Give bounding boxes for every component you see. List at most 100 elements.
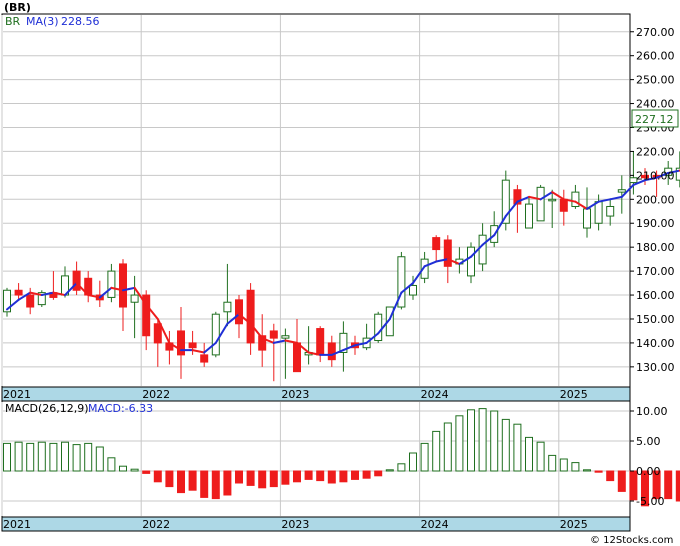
macd-bar xyxy=(72,444,81,472)
macd-bar xyxy=(165,470,174,488)
price-tick-label: 150.00 xyxy=(636,313,675,326)
macd-bar xyxy=(409,452,417,472)
macd-bar xyxy=(26,442,35,472)
legend-ticker: BR xyxy=(5,15,21,28)
candle-body xyxy=(583,208,591,229)
macd-x-label: 2023 xyxy=(281,518,309,531)
candle-body xyxy=(617,189,626,193)
price-tick-label: 220.00 xyxy=(636,145,675,158)
macd-bar xyxy=(188,470,197,491)
candle-body xyxy=(606,205,615,217)
candle-body xyxy=(293,342,301,373)
macd-bar xyxy=(432,430,441,472)
price-x-label: 2025 xyxy=(560,388,588,401)
macd-bar xyxy=(467,409,475,472)
macd-bar xyxy=(258,470,267,489)
macd-bar xyxy=(362,470,371,479)
macd-bar xyxy=(420,442,429,472)
candle-body xyxy=(107,270,116,298)
macd-bar xyxy=(235,470,243,484)
macd-bar xyxy=(84,442,93,472)
candle-body xyxy=(177,330,185,356)
macd-bar xyxy=(675,470,680,502)
last-price-label: 227.12 xyxy=(635,113,674,126)
macd-bar xyxy=(142,470,151,474)
candle-body xyxy=(594,201,603,224)
macd-bar xyxy=(490,410,499,472)
macd-bar xyxy=(61,441,69,472)
macd-bar xyxy=(501,418,510,472)
price-x-label: 2021 xyxy=(3,388,31,401)
macd-bar xyxy=(606,470,615,482)
price-tick-label: 190.00 xyxy=(636,217,675,230)
macd-bar xyxy=(513,423,522,472)
stock-chart: 130.00 140.00 150.00 160.00 170.00 180.00 190.… xyxy=(1,1,680,546)
macd-x-label: 2021 xyxy=(3,518,31,531)
macd-bar xyxy=(316,470,325,482)
macd-bar xyxy=(397,463,406,472)
macd-panel: -5.000.005.0010.00 2021 2022 2023 2024 2025 … xyxy=(1,400,680,532)
legend-ma-label: MA(3) xyxy=(26,15,59,28)
price-tick-label: 260.00 xyxy=(636,50,675,63)
macd-bar xyxy=(49,442,58,472)
macd-tick-label: -5.00 xyxy=(636,495,664,508)
macd-x-label: 2025 xyxy=(560,518,588,531)
macd-tick-label: 0.00 xyxy=(636,465,661,478)
macd-x-axis-band xyxy=(1,516,631,532)
macd-bar xyxy=(281,470,290,485)
macd-bar xyxy=(95,446,104,472)
macd-tick-label: 10.00 xyxy=(636,405,668,418)
ticker-label: (BR) xyxy=(4,1,31,14)
candle-body xyxy=(443,239,452,267)
candle-body xyxy=(467,246,475,277)
macd-bar xyxy=(14,441,23,472)
candle-body xyxy=(14,289,23,296)
macd-bar xyxy=(119,465,127,472)
macd-bar xyxy=(351,470,359,480)
candle-body xyxy=(223,301,232,313)
macd-bar xyxy=(304,470,313,480)
price-tick-label: 180.00 xyxy=(636,241,675,254)
candle-body xyxy=(432,237,441,251)
macd-bar xyxy=(525,436,533,472)
legend-ma-value: 228.56 xyxy=(61,15,100,28)
candle-body xyxy=(211,313,220,356)
price-plot-frame xyxy=(1,13,631,388)
price-x-label: 2024 xyxy=(421,388,449,401)
price-tick-label: 130.00 xyxy=(636,361,675,374)
watermark: © 12Stocks.com xyxy=(590,535,673,546)
macd-bar xyxy=(664,470,673,500)
macd-bar xyxy=(571,462,580,472)
macd-bar xyxy=(559,458,568,472)
macd-bar xyxy=(327,470,336,484)
macd-bar xyxy=(153,470,162,483)
candle-body xyxy=(119,263,127,308)
price-tick-label: 210.00 xyxy=(636,169,675,182)
macd-bar xyxy=(3,442,11,472)
macd-value: MACD:-6.33 xyxy=(88,402,153,415)
macd-bar xyxy=(385,469,394,472)
macd-x-label: 2024 xyxy=(421,518,449,531)
candle-body xyxy=(200,354,209,363)
macd-title: MACD(26,12,9) xyxy=(5,402,89,415)
macd-bar xyxy=(269,470,278,488)
macd-bar xyxy=(617,470,626,492)
macd-bar xyxy=(548,454,557,472)
macd-bar xyxy=(37,441,46,472)
macd-bar xyxy=(130,468,139,472)
macd-bar xyxy=(293,470,301,483)
macd-tick-label: 5.00 xyxy=(636,435,661,448)
macd-bar xyxy=(200,470,209,498)
price-x-label: 2023 xyxy=(281,388,309,401)
price-y-axis: 130.00 140.00 150.00 160.00 170.00 180.00 190.… xyxy=(630,26,675,374)
price-tick-label: 160.00 xyxy=(636,289,675,302)
candle-body xyxy=(153,323,162,344)
candle-body xyxy=(536,186,545,222)
candle-body xyxy=(548,198,557,202)
macd-bar xyxy=(455,415,464,472)
candle-body xyxy=(72,270,81,291)
price-panel: 130.00 140.00 150.00 160.00 170.00 180.00 190.… xyxy=(1,1,680,402)
candle-body xyxy=(235,299,243,325)
candle-body xyxy=(246,289,255,344)
macd-bar xyxy=(594,470,603,473)
